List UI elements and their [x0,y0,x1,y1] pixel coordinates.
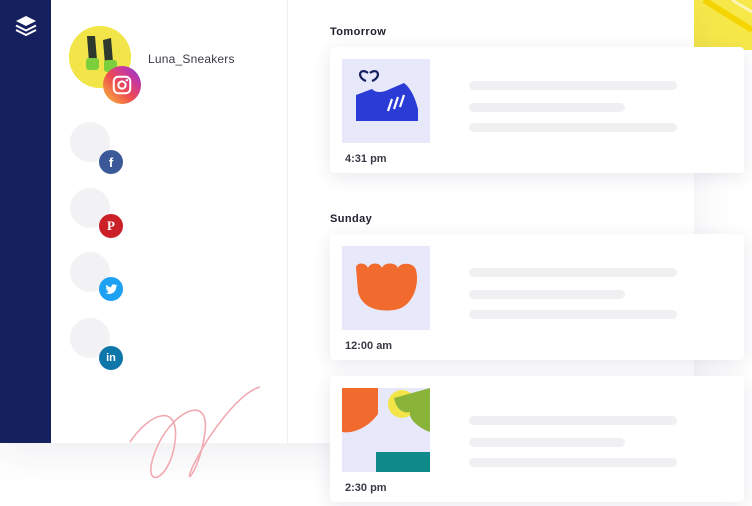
pinterest-icon: P [99,214,123,238]
decorative-swirl [129,386,261,479]
text-placeholder-line [469,123,677,132]
text-placeholder-line [469,438,625,447]
text-placeholder-line [469,290,625,299]
sidebar-rail [0,0,51,443]
scheduled-post-card[interactable]: 2:30 pm [330,376,744,502]
text-placeholder-line [469,310,677,319]
day-heading: Tomorrow [330,26,387,38]
orange-blob-illustration-icon [356,263,418,311]
scheduled-post-card[interactable]: 12:00 am [330,234,744,360]
post-thumbnail [342,246,430,330]
linkedin-icon: in [99,346,123,370]
text-placeholder-line [469,81,677,90]
facebook-icon: f [99,150,123,174]
text-placeholder-line [469,458,677,467]
instagram-icon [103,66,141,104]
post-time: 4:31 pm [345,153,387,165]
sneaker-illustration-icon [356,70,418,121]
text-placeholder-line [469,268,677,277]
twitter-icon [99,277,123,301]
text-placeholder-line [469,103,625,112]
text-placeholder-line [469,416,677,425]
account-name[interactable]: Luna_Sneakers [148,52,235,66]
scheduled-post-card[interactable]: 4:31 pm [330,47,744,173]
post-thumbnail [342,59,430,143]
post-thumbnail [342,388,430,472]
day-heading: Sunday [330,213,373,225]
post-time: 2:30 pm [345,482,387,494]
decorative-corner [692,0,752,50]
post-time: 12:00 am [345,340,393,352]
decorative-lines [702,0,752,33]
abstract-shapes-illustration-icon [342,388,430,472]
layers-logo-icon[interactable] [14,14,38,38]
